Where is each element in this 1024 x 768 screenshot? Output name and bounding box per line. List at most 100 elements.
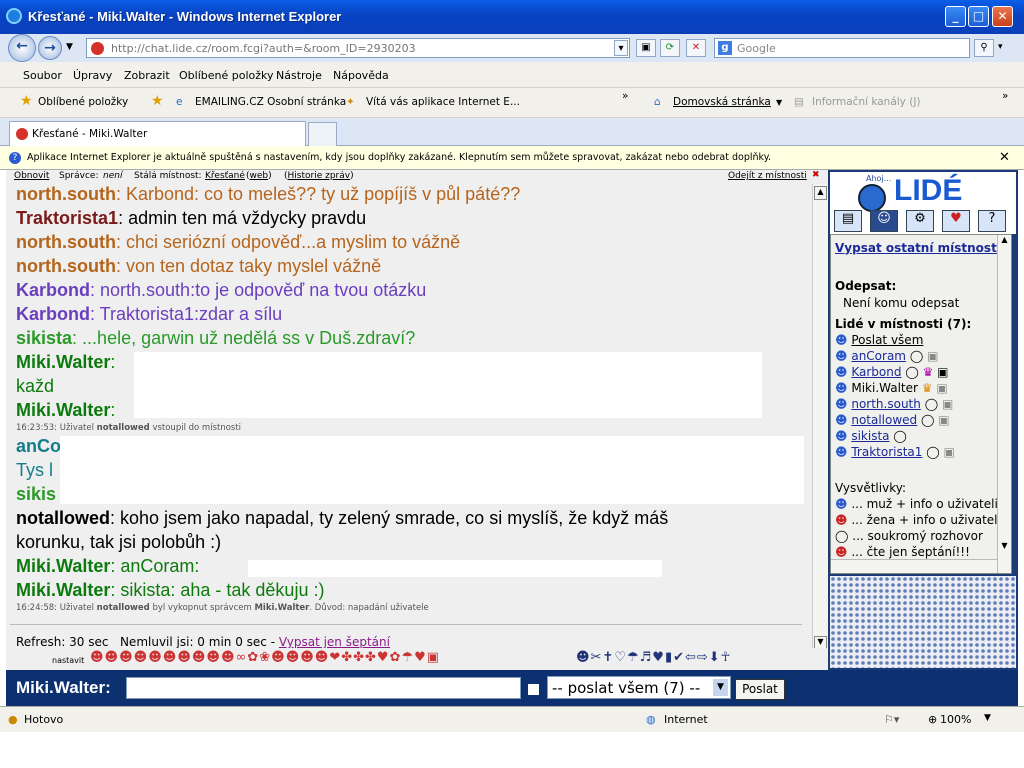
female-user-icon: ☻ xyxy=(835,513,848,527)
new-tab-button[interactable] xyxy=(308,122,337,146)
favorite-link-ie[interactable]: Vítá vás aplikace Internet E... xyxy=(366,96,520,108)
chat-message: sikista: ...hele, garwin už nedělá ss v … xyxy=(16,328,416,348)
person-item[interactable]: ☻ Miki.Walter ♛ ▣ xyxy=(835,381,948,395)
chat-bubble-icon: ◯ xyxy=(921,413,935,427)
feeds-button[interactable]: Informační kanály (J) xyxy=(812,96,921,108)
people-scrollbar[interactable]: ▲ ▼ xyxy=(997,235,1011,573)
male-user-icon: ☻ xyxy=(835,349,848,363)
add-favorite-icon[interactable]: ★ xyxy=(151,93,164,109)
search-icon[interactable]: ⚲ xyxy=(974,39,994,57)
globe-icon: ◍ xyxy=(646,713,656,726)
admin-value: není xyxy=(103,171,123,181)
chat-message: anCo xyxy=(16,436,61,456)
scroll-down-icon[interactable]: ▼ xyxy=(998,541,1011,555)
zoom-icon[interactable]: ⊕ xyxy=(928,713,937,726)
infobar-close-icon[interactable]: ✕ xyxy=(999,150,1010,165)
chat-message: korunku, tak jsi polobůh :) xyxy=(16,532,222,552)
search-input[interactable]: g Google xyxy=(714,38,970,58)
refresh-link[interactable]: Obnovit xyxy=(14,171,49,181)
menu-view[interactable]: Zobrazit xyxy=(124,69,170,82)
chat-message: každ xyxy=(16,376,55,396)
favorites-button[interactable]: Oblíbené položky xyxy=(38,96,128,108)
home-button[interactable]: Domovská stránka xyxy=(673,96,771,108)
history-link[interactable]: Historie zpráv xyxy=(288,171,351,181)
rooms-tab-icon[interactable]: ▤ xyxy=(834,210,862,232)
favorites-tab-icon[interactable]: ♥ xyxy=(942,210,970,232)
settings-tab-icon[interactable]: ⚙ xyxy=(906,210,934,232)
menu-edit[interactable]: Úpravy xyxy=(73,69,112,82)
history-dropdown-icon[interactable]: ▼ xyxy=(66,42,73,52)
chevron-more-icon[interactable]: » xyxy=(622,90,628,102)
person-item[interactable]: ☻ north.south ◯ ▣ xyxy=(835,397,953,411)
leave-icon[interactable]: ✖ xyxy=(812,170,820,180)
person-item[interactable]: ☻ Karbond ◯ ♛ ▣ xyxy=(835,365,949,379)
tab-active[interactable]: Křesťané - Miki.Walter xyxy=(9,121,306,146)
message-input[interactable] xyxy=(126,677,521,699)
url-dropdown-icon[interactable]: ▾ xyxy=(614,40,628,56)
list-rooms-link[interactable]: Vypsat ostatní místnosti xyxy=(835,241,1001,255)
chat-message: Karbond: Traktorista1:zdar a sílu xyxy=(16,304,283,324)
logo-face-icon xyxy=(858,184,886,212)
menu-file[interactable]: Soubor xyxy=(23,69,62,82)
whisper-only-link[interactable]: Vypsat jen šeptání xyxy=(279,635,390,649)
person-item[interactable]: ☻ notallowed ◯ ▣ xyxy=(835,413,950,427)
ie-feature-icon: ✦ xyxy=(346,96,355,108)
chat-bubble-icon: ◯ xyxy=(835,529,849,543)
menu-help[interactable]: Nápověda xyxy=(333,69,389,82)
web-link[interactable]: web xyxy=(250,171,269,181)
person-item[interactable]: ☻ anCoram ◯ ▣ xyxy=(835,349,938,363)
search-placeholder: Google xyxy=(737,42,776,55)
emoticon-icons-2[interactable]: ☻✂✝♡☂♬♥▮✔⇦⇨⬇☥ xyxy=(576,650,731,665)
person-item[interactable]: ☻ sikista ◯ xyxy=(835,429,907,443)
room-name-link[interactable]: Křesťané xyxy=(205,171,245,181)
person-item[interactable]: ☻ Traktorista1 ◯ ▣ xyxy=(835,445,955,459)
url-text: http://chat.lide.cz/room.fcgi?auth=&room… xyxy=(111,42,416,55)
camera-icon: ▣ xyxy=(938,413,950,427)
menu-tools[interactable]: Nástroje xyxy=(276,69,322,82)
info-icon: ? xyxy=(9,152,21,164)
ie-logo-icon xyxy=(6,8,22,24)
toolbar-more-icon[interactable]: » xyxy=(1002,90,1008,102)
close-button[interactable]: ✕ xyxy=(992,6,1013,27)
search-options-icon[interactable]: ▾ xyxy=(998,42,1003,52)
minimize-button[interactable]: _ xyxy=(945,6,966,27)
chat-scrollbar[interactable]: ▲ ▼ xyxy=(812,184,828,654)
camera-icon: ▣ xyxy=(941,397,954,411)
nick-label: Miki.Walter: xyxy=(16,678,111,697)
zoom-level[interactable]: 100% xyxy=(940,713,971,726)
favorite-link-emailing[interactable]: EMAILING.CZ Osobní stránka xyxy=(195,96,346,108)
chat-message: Miki.Walter: xyxy=(16,400,116,420)
scroll-up-icon[interactable]: ▲ xyxy=(998,235,1011,249)
menu-bar: Soubor Úpravy Zobrazit Oblíbené položky … xyxy=(0,62,1024,88)
home-dropdown-icon[interactable]: ▼ xyxy=(776,98,782,107)
back-button[interactable]: ← xyxy=(8,34,36,62)
send-all-item[interactable]: ☻ Poslat všem xyxy=(835,333,923,347)
compatibility-icon[interactable]: ▣ xyxy=(636,39,656,57)
address-bar: ← → ▼ http://chat.lide.cz/room.fcgi?auth… xyxy=(0,34,1024,62)
emoticon-settings-link[interactable]: nastavit xyxy=(52,656,84,665)
home-icon[interactable]: ⌂ xyxy=(654,96,661,108)
menu-favorites[interactable]: Oblíbené položky xyxy=(179,69,274,82)
help-tab-icon[interactable]: ? xyxy=(978,210,1006,232)
send-button[interactable]: Poslat xyxy=(735,679,785,700)
people-hscrollbar[interactable] xyxy=(831,559,997,573)
forward-button[interactable]: → xyxy=(38,36,62,60)
chat-message: north.south: Karbond: co to meleš?? ty u… xyxy=(16,184,521,204)
zoom-dropdown-icon[interactable]: ▼ xyxy=(984,713,991,723)
whisper-checkbox[interactable] xyxy=(528,684,539,695)
recipient-value: -- poslat všem (7) -- xyxy=(552,679,701,697)
refresh-icon[interactable]: ⟳ xyxy=(660,39,680,57)
url-input[interactable]: http://chat.lide.cz/room.fcgi?auth=&room… xyxy=(86,38,630,58)
maximize-button[interactable]: □ xyxy=(968,6,989,27)
male-user-icon: ☻ xyxy=(835,445,848,459)
select-dropdown-icon[interactable]: ▼ xyxy=(713,679,728,696)
people-tab-icon[interactable]: ☺ xyxy=(870,210,898,232)
status-bar: ● Hotovo ◍ Internet ⚐▾ ⊕ 100% ▼ xyxy=(0,706,1024,732)
information-bar[interactable]: ? Aplikace Internet Explorer je aktuálně… xyxy=(0,146,1024,170)
emoticon-icons[interactable]: ☻☻☻☻☻☻☻☻☻☻∞✿❀☻☻☻☻❤✤✤✤♥✿☂♥▣ xyxy=(90,650,440,665)
scroll-up-icon[interactable]: ▲ xyxy=(814,186,827,200)
leave-room-link[interactable]: Odejít z místnosti xyxy=(728,171,807,181)
stop-icon[interactable]: ✕ xyxy=(686,39,706,57)
protected-mode-icon[interactable]: ⚐▾ xyxy=(884,713,899,726)
recipient-select[interactable]: -- poslat všem (7) -- ▼ xyxy=(547,676,731,699)
